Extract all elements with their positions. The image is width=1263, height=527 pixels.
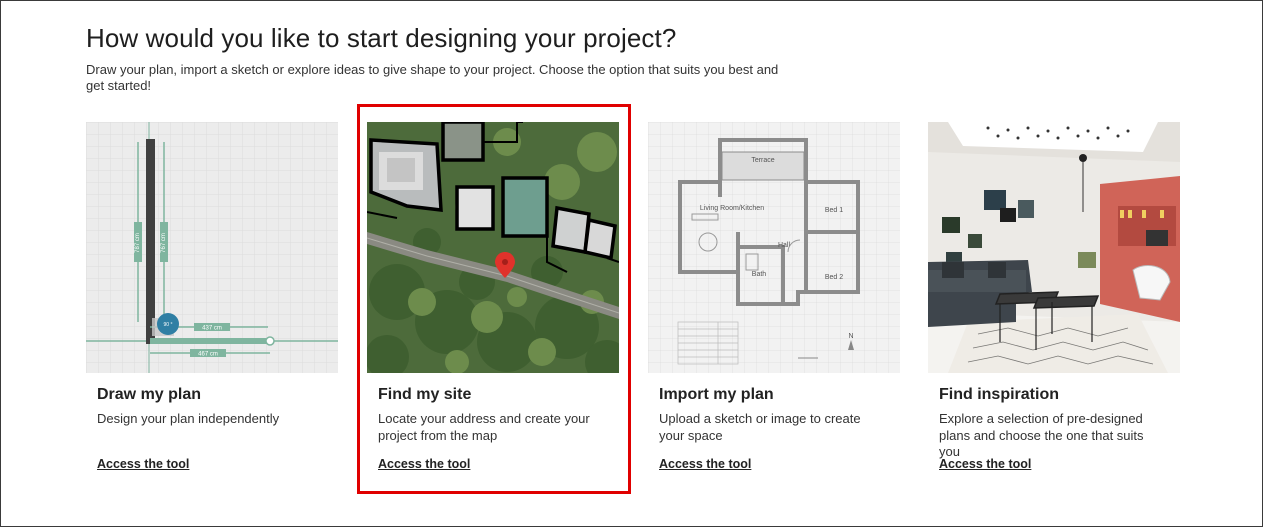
- card-title: Draw my plan: [97, 386, 202, 403]
- north-label: N: [848, 333, 853, 340]
- label-437: 437 cm: [202, 326, 222, 332]
- card-import-my-plan[interactable]: Terrace Living Room/Kitchen Bed 1 Hall B…: [648, 122, 900, 482]
- draw-plan-illustration: 787 cm 767 cm 437 cm 467 cm 90 °: [86, 122, 338, 373]
- room-label-living: Living Room/Kitchen: [700, 205, 764, 212]
- card-draw-my-plan[interactable]: 787 cm 767 cm 437 cm 467 cm 90 ° Draw my…: [86, 122, 338, 482]
- room-label-bed2: Bed 2: [825, 274, 843, 281]
- page-subtitle: Draw your plan, import a sketch or explo…: [86, 62, 779, 93]
- room-label-terrace: Terrace: [751, 157, 774, 164]
- access-tool-link[interactable]: Access the tool: [939, 457, 1031, 471]
- card-find-inspiration[interactable]: Find inspiration Explore a selection of …: [928, 122, 1180, 482]
- access-tool-link[interactable]: Access the tool: [97, 457, 189, 471]
- label-467: 467 cm: [198, 352, 218, 358]
- card-title: Import my plan: [659, 386, 774, 403]
- floor-plan-illustration: Terrace Living Room/Kitchen Bed 1 Hall B…: [648, 122, 900, 373]
- angle-label: 90 °: [164, 322, 173, 328]
- card-description: Upload a sketch or image to create your …: [659, 411, 861, 443]
- label-767: 767 cm: [161, 233, 167, 253]
- page-title: How would you like to start designing yo…: [86, 23, 677, 53]
- label-787: 787 cm: [135, 233, 141, 253]
- card-description: Design your plan independently: [97, 411, 280, 426]
- room-label-bath: Bath: [752, 271, 767, 278]
- access-tool-link[interactable]: Access the tool: [659, 457, 751, 471]
- interior-photo: [928, 122, 1180, 373]
- card-description: Explore a selection of pre-designed plan…: [939, 411, 1144, 459]
- card-title: Find inspiration: [939, 386, 1059, 403]
- selected-card-highlight: [357, 104, 631, 494]
- room-label-bed1: Bed 1: [825, 207, 843, 214]
